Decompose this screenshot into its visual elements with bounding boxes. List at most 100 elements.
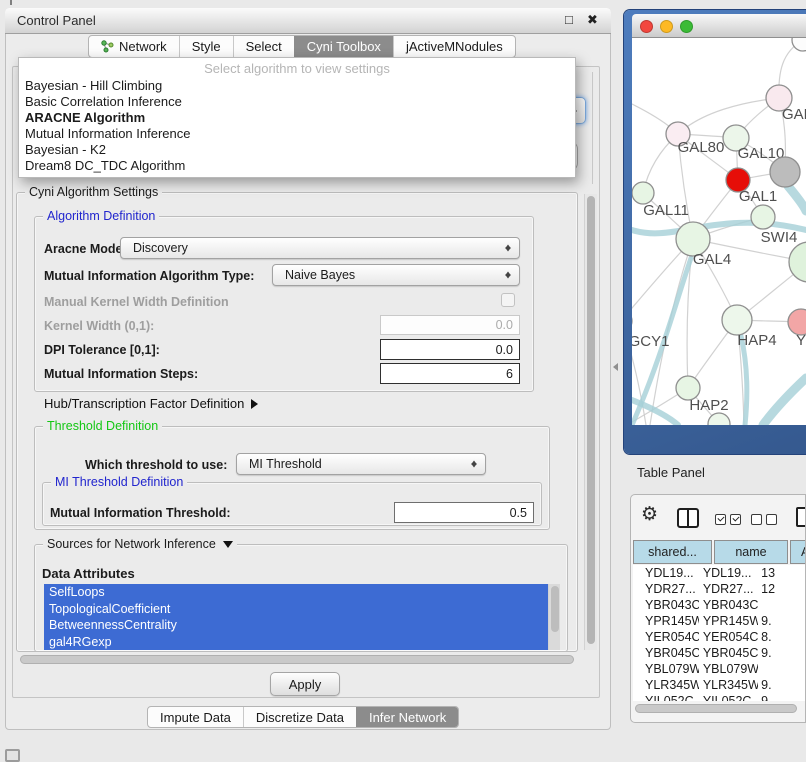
dropdown-item[interactable]: ARACNE Algorithm (19, 110, 575, 126)
control-panel-titlebar: Control Panel □ ✖ (5, 8, 611, 34)
unchecked-box-icon (766, 514, 777, 525)
close-icon[interactable]: ✖ (587, 12, 598, 28)
apply-button[interactable]: Apply (270, 672, 340, 696)
dropdown-item[interactable]: Bayesian - Hill Climbing (19, 78, 575, 94)
mi-threshold-field[interactable]: 0.5 (394, 502, 534, 523)
attribute-list-item[interactable]: BetweennessCentrality (44, 617, 548, 634)
settings-horizontal-scrollbar[interactable] (20, 655, 574, 664)
network-node-label: GAL1 (739, 188, 777, 205)
zoom-traffic-light-icon[interactable] (680, 20, 693, 33)
dropdown-item[interactable]: Dream8 DC_TDC Algorithm (19, 158, 575, 174)
checked-box-icon (715, 514, 726, 525)
hub-definition-toggle[interactable]: Hub/Transcription Factor Definition (44, 396, 258, 411)
tab-impute-data[interactable]: Impute Data (148, 707, 243, 727)
table-cell: YBR045C (699, 646, 758, 660)
network-edge[interactable] (788, 186, 806, 211)
dropdown-item[interactable]: Bayesian - K2 (19, 142, 575, 158)
tab-label: Select (246, 39, 282, 54)
table-row[interactable]: YBR043CYBR043C (633, 597, 805, 613)
select-all-icon[interactable] (715, 512, 745, 530)
table-row[interactable]: YBL079WYBL079W (633, 661, 805, 677)
mi-type-label: Mutual Information Algorithm Type: (44, 269, 254, 283)
tab-infer-network[interactable]: Infer Network (356, 707, 458, 727)
table-row[interactable]: YLR345WYLR345W9. (633, 677, 805, 693)
network-window-titlebar[interactable] (632, 14, 806, 38)
scrollbar-thumb[interactable] (587, 196, 595, 644)
table-row[interactable]: YPR145WYPR145W9. (633, 613, 805, 629)
tab-label: Network (119, 39, 167, 54)
tab-label: Style (192, 39, 221, 54)
network-node-hap4[interactable] (722, 305, 752, 335)
network-node-label: GAL (782, 106, 806, 123)
document-icon[interactable] (796, 507, 806, 527)
attribute-list-item[interactable]: gal4RGexp (44, 634, 548, 651)
network-node-swi4[interactable] (751, 205, 775, 229)
minimize-traffic-light-icon[interactable] (660, 20, 673, 33)
table-cell: YBR043C (699, 598, 758, 612)
table-cell: 9. (758, 678, 805, 692)
corner-widget-icon[interactable] (5, 749, 20, 762)
tab-label: jActiveMNodules (406, 39, 503, 54)
collapsed-arrow-icon (251, 399, 258, 409)
manual-kernel-checkbox[interactable] (501, 293, 515, 307)
attribute-list-item[interactable]: SelfLoops (44, 584, 548, 601)
splitpane-arrow-icon[interactable] (613, 363, 618, 371)
table-row[interactable]: YER054CYER054C8. (633, 629, 805, 645)
column-header-2[interactable]: name (714, 540, 788, 564)
edge-artifact (10, 0, 12, 5)
split-columns-icon[interactable] (677, 508, 699, 528)
table-cell: YLR345W (699, 678, 758, 692)
mi-type-select[interactable]: Naive Bayes (272, 264, 520, 286)
aracne-mode-select[interactable]: Discovery (120, 237, 520, 259)
float-window-icon[interactable]: □ (565, 12, 573, 27)
table-cell: 12 (758, 582, 805, 596)
table-cell: YPR145W (699, 614, 758, 628)
attributes-list-scrollbar[interactable] (548, 584, 560, 650)
network-edge[interactable] (763, 378, 806, 425)
scrollbar-thumb[interactable] (551, 586, 559, 632)
tab-jactivemnodules[interactable]: jActiveMNodules (393, 36, 515, 57)
cyni-bottom-tabs: Impute Data Discretize Data Infer Network (147, 706, 459, 728)
table-horizontal-scrollbar[interactable] (635, 704, 797, 713)
table-cell: YIL052C (699, 694, 758, 701)
table-cell: YIL052C (633, 694, 699, 701)
settings-vertical-scrollbar[interactable] (584, 194, 597, 650)
data-attributes-list[interactable]: SelfLoopsTopologicalCoefficientBetweenne… (44, 584, 548, 650)
tab-style[interactable]: Style (179, 36, 233, 57)
table-row[interactable]: YDR27...YDR27...12 (633, 581, 805, 597)
tab-discretize-data[interactable]: Discretize Data (243, 707, 356, 727)
network-node[interactable] (792, 38, 806, 51)
table-row[interactable]: YBR045CYBR045C9. (633, 645, 805, 661)
table-cell: YDL19... (699, 566, 758, 580)
control-panel-tabs: Network Style Select Cyni Toolbox jActiveMNo… (88, 35, 516, 58)
network-node[interactable] (770, 157, 800, 187)
mi-steps-label: Mutual Information Steps: (44, 367, 198, 381)
network-canvas[interactable]: GALGAL80GAL10GAL1GAL11SWI4GAL4GCY1HAP4YH… (632, 38, 806, 425)
dropdown-item[interactable]: Basic Correlation Inference (19, 94, 575, 110)
aracne-mode-label: Aracne Mode: (44, 242, 127, 256)
close-traffic-light-icon[interactable] (640, 20, 653, 33)
dropdown-item[interactable]: Mutual Information Inference (19, 126, 575, 142)
tab-select[interactable]: Select (233, 36, 294, 57)
algorithm-definition-title: Algorithm Definition (43, 209, 159, 223)
network-node-label: GAL4 (693, 251, 731, 268)
dpi-tolerance-field[interactable]: 0.0 (380, 339, 520, 360)
column-header-3[interactable]: A (790, 540, 806, 564)
data-attributes-label: Data Attributes (42, 566, 135, 581)
which-threshold-label: Which threshold to use: (85, 458, 227, 472)
table-row[interactable]: YIL052CYIL052C9. (633, 693, 805, 701)
tab-network[interactable]: Network (89, 36, 179, 57)
tab-label: Discretize Data (256, 710, 344, 725)
tab-cyni-toolbox[interactable]: Cyni Toolbox (294, 36, 393, 57)
which-threshold-select[interactable]: MI Threshold (236, 453, 486, 475)
sources-group-title[interactable]: Sources for Network Inference (43, 537, 237, 551)
table-row[interactable]: YDL19...YDL19...13 (633, 565, 805, 581)
network-node-gal11[interactable] (632, 182, 654, 204)
select-none-icon[interactable] (751, 512, 781, 530)
spinner-arrows-icon (504, 269, 512, 282)
mi-steps-field[interactable]: 6 (380, 363, 520, 384)
attribute-list-item[interactable]: TopologicalCoefficient (44, 601, 548, 618)
column-header-1[interactable]: shared... (633, 540, 712, 564)
expanded-arrow-icon (223, 541, 233, 548)
settings-gear-icon[interactable]: ⚙ (641, 505, 658, 525)
